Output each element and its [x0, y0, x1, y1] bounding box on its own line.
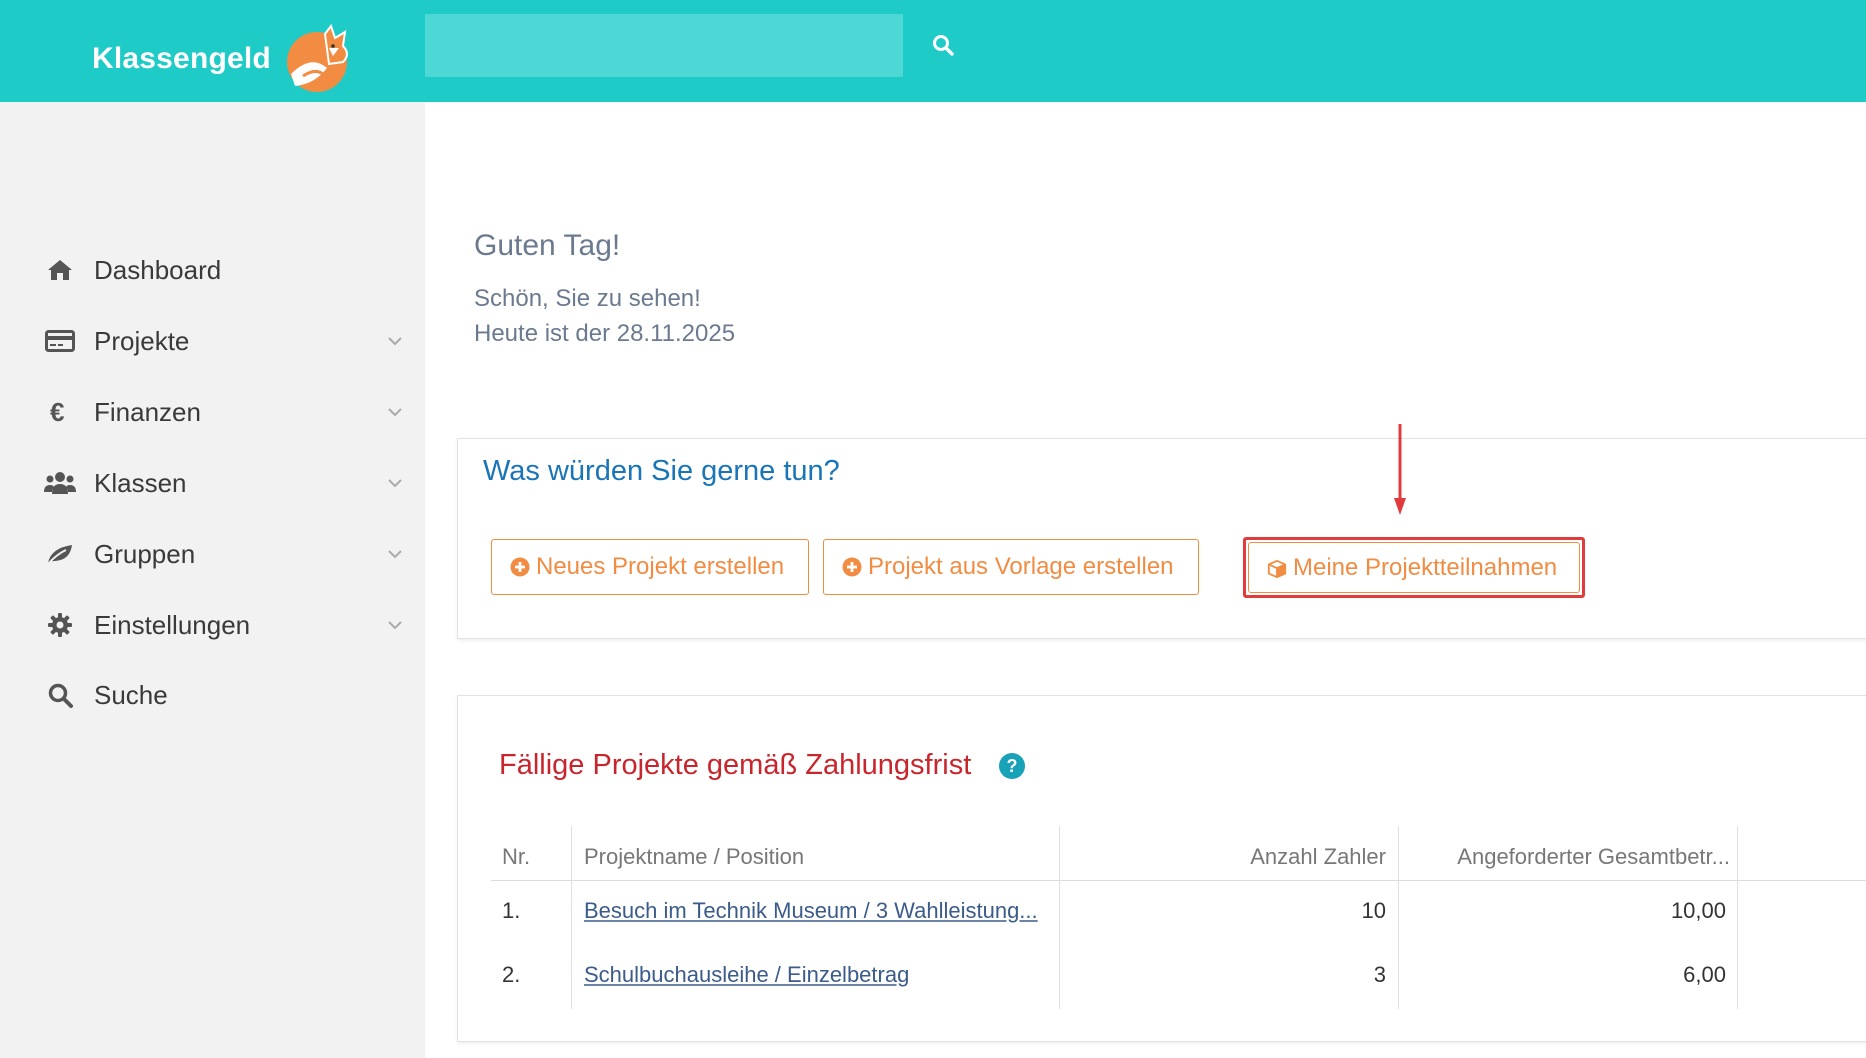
plus-circle-icon — [510, 557, 530, 577]
sidebar-item-label: Projekte — [94, 325, 190, 356]
row-number: 2. — [502, 962, 521, 987]
column-header-payers[interactable]: Anzahl Zahler — [1068, 844, 1386, 870]
requested-amount: 10,00 — [1670, 898, 1726, 923]
chevron-down-icon — [385, 544, 405, 564]
brand[interactable]: Klassengeld — [92, 24, 361, 94]
column-header-nr[interactable]: Nr. — [502, 844, 530, 870]
sidebar-item-label: Suche — [94, 679, 168, 710]
home-icon — [44, 254, 76, 286]
cube-icon — [1267, 558, 1287, 578]
help-icon[interactable]: ? — [999, 753, 1025, 779]
column-divider — [1398, 826, 1399, 1009]
search-icon — [933, 35, 954, 56]
new-project-button[interactable]: Neues Projekt erstellen — [491, 539, 809, 595]
requested-amount: 6,00 — [1683, 962, 1726, 987]
actions-title: Was würden Sie gerne tun? — [483, 455, 840, 487]
euro-icon: € — [44, 396, 76, 428]
due-projects-title: Fällige Projekte gemäß Zahlungsfrist — [499, 749, 972, 781]
payers-count: 3 — [1373, 962, 1386, 987]
arrow-down-icon — [1394, 424, 1406, 515]
leaf-icon — [44, 538, 76, 570]
chevron-down-icon — [385, 473, 405, 493]
plus-circle-icon — [842, 557, 862, 577]
chevron-down-icon — [385, 402, 405, 422]
column-divider — [1059, 826, 1060, 1009]
payers-count: 10 — [1361, 898, 1386, 923]
due-projects-panel: Fällige Projekte gemäß Zahlungsfrist ? N… — [457, 695, 1866, 1042]
sidebar-item-suche[interactable]: Suche — [0, 665, 425, 725]
fox-logo-icon — [286, 24, 348, 92]
column-divider — [571, 826, 572, 1009]
date-text: Heute ist der 28.11.2025 — [474, 320, 736, 347]
search-icon — [44, 679, 76, 711]
column-header-amount[interactable]: Angeforderter Gesamtbetr... — [1408, 844, 1730, 870]
top-bar: Klassengeld — [0, 0, 1866, 102]
gear-icon — [44, 609, 76, 641]
sidebar-item-projekte[interactable]: Projekte — [0, 311, 425, 371]
sidebar-item-label: Finanzen — [94, 396, 201, 427]
row-number: 1. — [502, 898, 521, 923]
column-divider — [1737, 826, 1738, 1009]
chevron-down-icon — [385, 331, 405, 351]
button-label: Projekt aus Vorlage erstellen — [868, 553, 1174, 580]
search-input[interactable] — [425, 14, 903, 77]
page-title: Guten Tag! — [474, 229, 621, 262]
my-project-participations-button[interactable]: Meine Projektteilnahmen — [1248, 542, 1580, 593]
search-button[interactable] — [924, 26, 962, 64]
brand-name: Klassengeld — [92, 42, 271, 75]
credit-card-icon — [44, 325, 76, 357]
sidebar-item-label: Einstellungen — [94, 609, 251, 640]
sidebar-item-dashboard[interactable]: Dashboard — [0, 240, 425, 300]
svg-text:€: € — [50, 399, 64, 425]
sidebar-item-label: Gruppen — [94, 538, 196, 569]
sidebar: Dashboard Projekte € Finanzen Klassen Gr… — [0, 102, 425, 1058]
sidebar-item-klassen[interactable]: Klassen — [0, 453, 425, 513]
project-link[interactable]: Besuch im Technik Museum / 3 Wahlleistun… — [584, 898, 1038, 924]
column-header-project[interactable]: Projektname / Position — [584, 844, 804, 870]
sidebar-item-einstellungen[interactable]: Einstellungen — [0, 595, 425, 655]
button-label: Neues Projekt erstellen — [536, 553, 785, 580]
chevron-down-icon — [385, 615, 405, 635]
project-from-template-button[interactable]: Projekt aus Vorlage erstellen — [823, 539, 1199, 595]
button-label: Meine Projektteilnahmen — [1293, 553, 1558, 581]
greeting-text: Schön, Sie zu sehen! — [474, 285, 701, 312]
sidebar-item-gruppen[interactable]: Gruppen — [0, 524, 425, 584]
project-link[interactable]: Schulbuchausleihe / Einzelbetrag — [584, 962, 909, 988]
header-divider — [491, 880, 1866, 881]
sidebar-item-label: Klassen — [94, 467, 187, 498]
users-icon — [44, 467, 76, 499]
sidebar-item-label: Dashboard — [94, 254, 222, 285]
sidebar-item-finanzen[interactable]: € Finanzen — [0, 382, 425, 442]
